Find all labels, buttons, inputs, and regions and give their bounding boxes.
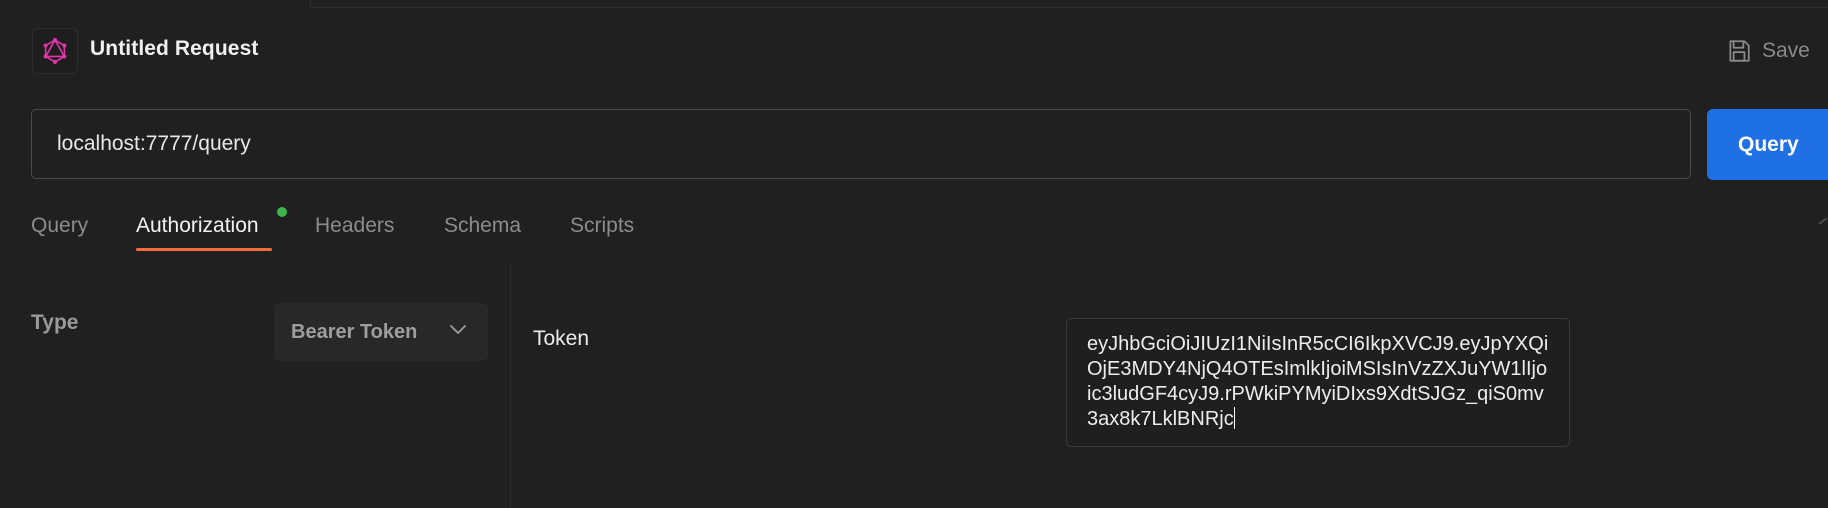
active-tab-indicator: [136, 248, 272, 251]
query-button[interactable]: Query: [1707, 109, 1828, 180]
auth-status-dot: [277, 207, 287, 217]
text-cursor: [1233, 407, 1235, 429]
url-input[interactable]: [55, 131, 1690, 157]
graphql-icon: [43, 38, 67, 64]
token-value[interactable]: eyJhbGciOiJIUzI1NiIsInR5cCI6IkpXVCJ9.eyJ…: [1087, 333, 1548, 430]
graphql-logo: [32, 28, 78, 74]
auth-type-select[interactable]: Bearer Token: [274, 303, 488, 361]
save-button[interactable]: Save: [1726, 36, 1810, 66]
save-label: Save: [1762, 39, 1810, 62]
auth-type-label: Type: [31, 311, 79, 334]
token-label: Token: [533, 327, 590, 350]
tab-headers[interactable]: Headers: [315, 214, 394, 238]
tab-query[interactable]: Query: [31, 214, 88, 238]
auth-type-value: Bearer Token: [291, 320, 418, 343]
panel-divider: [510, 265, 511, 508]
chevron-down-icon: [450, 325, 466, 334]
token-input[interactable]: eyJhbGciOiJIUzI1NiIsInR5cCI6IkpXVCJ9.eyJ…: [1066, 318, 1570, 447]
tab-schema[interactable]: Schema: [444, 214, 521, 238]
collapse-icon[interactable]: [1818, 216, 1828, 226]
url-field[interactable]: [31, 109, 1691, 179]
tab-authorization[interactable]: Authorization: [136, 214, 259, 238]
save-icon: [1729, 40, 1750, 62]
request-title[interactable]: Untitled Request: [90, 37, 258, 61]
top-panel-edge: [310, 0, 1828, 8]
tab-scripts[interactable]: Scripts: [570, 214, 634, 238]
request-tabs: Query Authorization Headers Schema Scrip…: [0, 205, 1828, 255]
